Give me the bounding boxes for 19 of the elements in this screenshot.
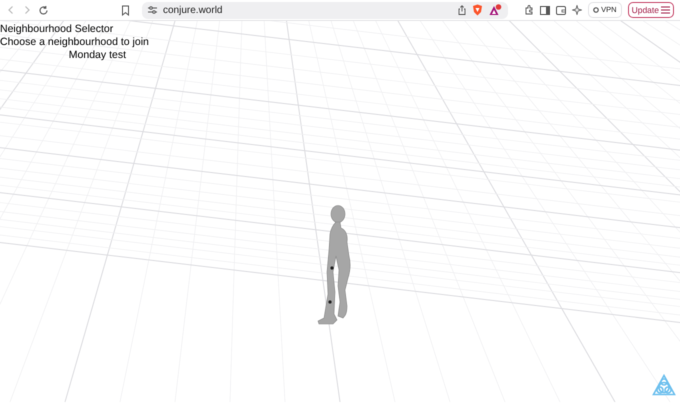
neighbourhood-option[interactable]: Monday test [0, 49, 126, 62]
vpn-status-icon [593, 7, 600, 13]
share-icon[interactable] [458, 5, 466, 15]
triangle-icon[interactable] [489, 4, 502, 16]
triangle-knot-logo-icon [652, 374, 676, 396]
sparkle-button[interactable] [572, 5, 582, 15]
reload-button[interactable] [38, 4, 49, 16]
shield-icon[interactable] [472, 4, 483, 16]
page-title: Neighbourhood Selector [0, 23, 114, 36]
update-button[interactable]: Update [628, 2, 674, 18]
menu-icon [661, 6, 670, 14]
page-subtitle: Choose a neighbourhood to join [0, 36, 149, 49]
wallet-button[interactable] [556, 6, 566, 14]
url-text: conjure.world [163, 4, 224, 18]
address-bar[interactable]: conjure.world [142, 2, 508, 18]
site-settings-icon[interactable] [148, 6, 157, 14]
bookmark-button[interactable] [121, 4, 130, 16]
extensions-button[interactable] [524, 5, 534, 15]
sidebar-button[interactable] [540, 6, 550, 14]
